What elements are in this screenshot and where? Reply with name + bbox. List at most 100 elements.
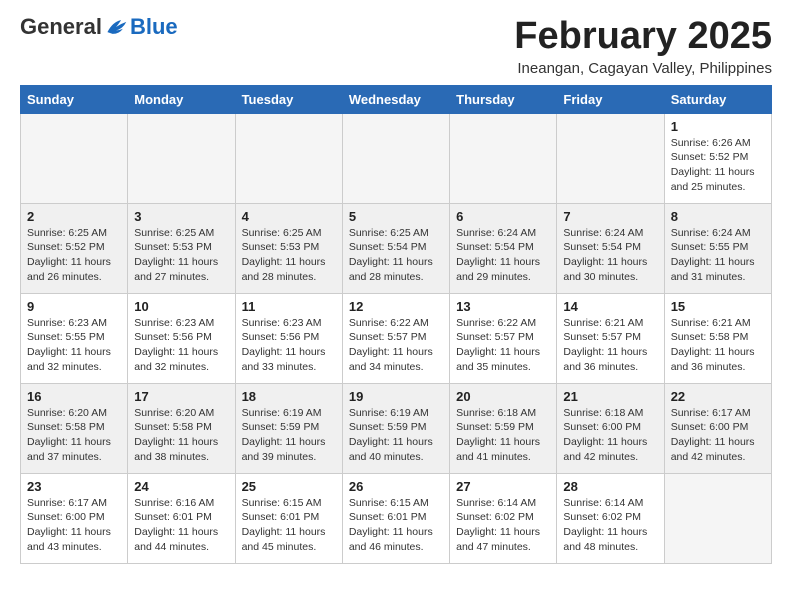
day-info: Sunrise: 6:25 AMSunset: 5:53 PMDaylight:… [242, 226, 336, 285]
day-number: 18 [242, 389, 336, 404]
calendar-cell [664, 473, 771, 563]
title-block: February 2025 Ineangan, Cagayan Valley, … [514, 16, 772, 77]
calendar-cell: 28 Sunrise: 6:14 AMSunset: 6:02 PMDayligh… [557, 473, 664, 563]
day-header-thursday: Thursday [450, 85, 557, 113]
day-header-wednesday: Wednesday [342, 85, 449, 113]
day-number: 25 [242, 479, 336, 494]
day-info: Sunrise: 6:14 AMSunset: 6:02 PMDaylight:… [456, 496, 550, 555]
calendar-cell: 15 Sunrise: 6:21 AMSunset: 5:58 PMDayligh… [664, 293, 771, 383]
day-info: Sunrise: 6:18 AMSunset: 6:00 PMDaylight:… [563, 406, 657, 465]
calendar-week-3: 9 Sunrise: 6:23 AMSunset: 5:55 PMDaylight… [21, 293, 772, 383]
day-number: 12 [349, 299, 443, 314]
calendar-cell: 23Sunrise: 6:17 AMSunset: 6:00 PMDayligh… [21, 473, 128, 563]
day-number: 6 [456, 209, 550, 224]
calendar-cell [450, 113, 557, 203]
page-header: General Blue February 2025 Ineangan, Cag… [20, 16, 772, 77]
calendar-cell: 3 Sunrise: 6:25 AMSunset: 5:53 PMDaylight… [128, 203, 235, 293]
calendar-cell [128, 113, 235, 203]
day-info: Sunrise: 6:17 AMSunset: 6:00 PMDaylight:… [671, 406, 765, 465]
calendar-cell: 27 Sunrise: 6:14 AMSunset: 6:02 PMDayligh… [450, 473, 557, 563]
day-info: Sunrise: 6:23 AMSunset: 5:56 PMDaylight:… [134, 316, 228, 375]
day-info: Sunrise: 6:24 AMSunset: 5:54 PMDaylight:… [563, 226, 657, 285]
calendar-cell: 13 Sunrise: 6:22 AMSunset: 5:57 PMDayligh… [450, 293, 557, 383]
day-info: Sunrise: 6:22 AMSunset: 5:57 PMDaylight:… [456, 316, 550, 375]
calendar-cell: 19Sunrise: 6:19 AMSunset: 5:59 PMDayligh… [342, 383, 449, 473]
day-info: Sunrise: 6:25 AMSunset: 5:53 PMDaylight:… [134, 226, 228, 285]
day-number: 9 [27, 299, 121, 314]
day-info: Sunrise: 6:23 AMSunset: 5:56 PMDaylight:… [242, 316, 336, 375]
day-info: Sunrise: 6:24 AMSunset: 5:54 PMDaylight:… [456, 226, 550, 285]
calendar-cell: 18 Sunrise: 6:19 AMSunset: 5:59 PMDayligh… [235, 383, 342, 473]
day-info: Sunrise: 6:18 AMSunset: 5:59 PMDaylight:… [456, 406, 550, 465]
day-number: 2 [27, 209, 121, 224]
day-number: 21 [563, 389, 657, 404]
day-number: 15 [671, 299, 765, 314]
calendar-week-2: 2 Sunrise: 6:25 AMSunset: 5:52 PMDaylight… [21, 203, 772, 293]
calendar-cell: 10Sunrise: 6:23 AMSunset: 5:56 PMDayligh… [128, 293, 235, 383]
day-info: Sunrise: 6:19 AMSunset: 5:59 PMDaylight:… [242, 406, 336, 465]
calendar-cell: 11 Sunrise: 6:23 AMSunset: 5:56 PMDayligh… [235, 293, 342, 383]
calendar-cell: 26 Sunrise: 6:15 AMSunset: 6:01 PMDayligh… [342, 473, 449, 563]
day-number: 8 [671, 209, 765, 224]
day-header-saturday: Saturday [664, 85, 771, 113]
calendar-cell: 7 Sunrise: 6:24 AMSunset: 5:54 PMDaylight… [557, 203, 664, 293]
day-info: Sunrise: 6:25 AMSunset: 5:54 PMDaylight:… [349, 226, 443, 285]
calendar-cell: 9 Sunrise: 6:23 AMSunset: 5:55 PMDaylight… [21, 293, 128, 383]
day-info: Sunrise: 6:24 AMSunset: 5:55 PMDaylight:… [671, 226, 765, 285]
calendar-cell: 25 Sunrise: 6:15 AMSunset: 6:01 PMDayligh… [235, 473, 342, 563]
day-number: 27 [456, 479, 550, 494]
calendar-title: February 2025 [514, 16, 772, 58]
calendar-cell [21, 113, 128, 203]
day-header-tuesday: Tuesday [235, 85, 342, 113]
logo-bird-icon [104, 18, 128, 36]
day-info: Sunrise: 6:14 AMSunset: 6:02 PMDaylight:… [563, 496, 657, 555]
calendar-cell: 6 Sunrise: 6:24 AMSunset: 5:54 PMDaylight… [450, 203, 557, 293]
day-number: 5 [349, 209, 443, 224]
calendar-table: SundayMondayTuesdayWednesdayThursdayFrid… [20, 85, 772, 564]
day-info: Sunrise: 6:21 AMSunset: 5:57 PMDaylight:… [563, 316, 657, 375]
calendar-cell: 5 Sunrise: 6:25 AMSunset: 5:54 PMDaylight… [342, 203, 449, 293]
logo: General Blue [20, 16, 178, 38]
day-info: Sunrise: 6:15 AMSunset: 6:01 PMDaylight:… [349, 496, 443, 555]
day-number: 26 [349, 479, 443, 494]
day-info: Sunrise: 6:26 AMSunset: 5:52 PMDaylight:… [671, 136, 765, 195]
day-info: Sunrise: 6:25 AMSunset: 5:52 PMDaylight:… [27, 226, 121, 285]
day-number: 20 [456, 389, 550, 404]
day-number: 14 [563, 299, 657, 314]
day-header-sunday: Sunday [21, 85, 128, 113]
calendar-cell: 16 Sunrise: 6:20 AMSunset: 5:58 PMDayligh… [21, 383, 128, 473]
calendar-cell: 20 Sunrise: 6:18 AMSunset: 5:59 PMDayligh… [450, 383, 557, 473]
day-header-friday: Friday [557, 85, 664, 113]
calendar-header-row: SundayMondayTuesdayWednesdayThursdayFrid… [21, 85, 772, 113]
calendar-cell: 17 Sunrise: 6:20 AMSunset: 5:58 PMDayligh… [128, 383, 235, 473]
day-number: 13 [456, 299, 550, 314]
day-info: Sunrise: 6:17 AMSunset: 6:00 PMDaylight:… [27, 496, 121, 555]
day-number: 22 [671, 389, 765, 404]
day-number: 16 [27, 389, 121, 404]
calendar-cell: 4Sunrise: 6:25 AMSunset: 5:53 PMDaylight… [235, 203, 342, 293]
day-header-monday: Monday [128, 85, 235, 113]
day-info: Sunrise: 6:16 AMSunset: 6:01 PMDaylight:… [134, 496, 228, 555]
day-number: 7 [563, 209, 657, 224]
day-info: Sunrise: 6:20 AMSunset: 5:58 PMDaylight:… [27, 406, 121, 465]
calendar-cell: 21 Sunrise: 6:18 AMSunset: 6:00 PMDayligh… [557, 383, 664, 473]
calendar-cell: 22 Sunrise: 6:17 AMSunset: 6:00 PMDayligh… [664, 383, 771, 473]
calendar-cell: 8 Sunrise: 6:24 AMSunset: 5:55 PMDaylight… [664, 203, 771, 293]
day-number: 17 [134, 389, 228, 404]
calendar-cell [235, 113, 342, 203]
day-info: Sunrise: 6:21 AMSunset: 5:58 PMDaylight:… [671, 316, 765, 375]
calendar-subtitle: Ineangan, Cagayan Valley, Philippines [514, 60, 772, 77]
day-info: Sunrise: 6:15 AMSunset: 6:01 PMDaylight:… [242, 496, 336, 555]
calendar-week-1: 1Sunrise: 6:26 AMSunset: 5:52 PMDaylight… [21, 113, 772, 203]
day-number: 3 [134, 209, 228, 224]
day-number: 28 [563, 479, 657, 494]
day-info: Sunrise: 6:23 AMSunset: 5:55 PMDaylight:… [27, 316, 121, 375]
day-number: 11 [242, 299, 336, 314]
calendar-cell [557, 113, 664, 203]
day-info: Sunrise: 6:19 AMSunset: 5:59 PMDaylight:… [349, 406, 443, 465]
calendar-week-4: 16 Sunrise: 6:20 AMSunset: 5:58 PMDayligh… [21, 383, 772, 473]
day-info: Sunrise: 6:22 AMSunset: 5:57 PMDaylight:… [349, 316, 443, 375]
calendar-week-5: 23Sunrise: 6:17 AMSunset: 6:00 PMDayligh… [21, 473, 772, 563]
calendar-cell: 24Sunrise: 6:16 AMSunset: 6:01 PMDayligh… [128, 473, 235, 563]
day-info: Sunrise: 6:20 AMSunset: 5:58 PMDaylight:… [134, 406, 228, 465]
